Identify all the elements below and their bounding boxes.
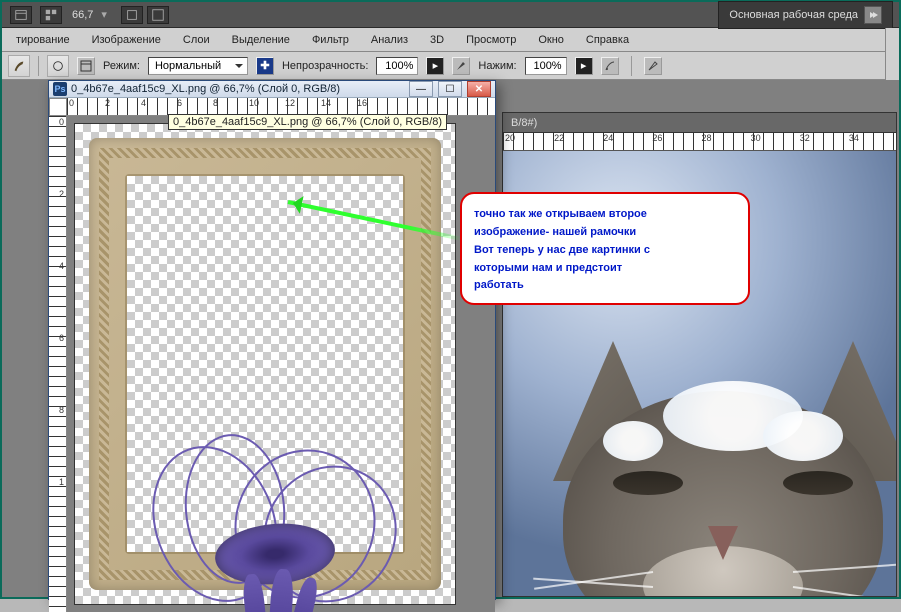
blend-mode-value: Нормальный (155, 60, 221, 72)
workspace-switcher[interactable]: Основная рабочая среда (718, 1, 893, 29)
maximize-button[interactable]: ☐ (438, 81, 462, 97)
window-title: 0_4b67e_4aaf15c9_XL.png @ 66,7% (Слой 0,… (71, 83, 404, 95)
mode-toggle-icon[interactable]: ✚ (256, 57, 274, 75)
screen-mode-icon[interactable] (147, 6, 169, 24)
menu-edit[interactable]: тирование (6, 30, 80, 50)
callout-line: которыми нам и предстоит (474, 262, 622, 274)
minimize-button[interactable]: — (409, 81, 433, 97)
zoom-level[interactable]: 66,7 (72, 9, 93, 21)
brush-tool-icon[interactable] (8, 55, 30, 77)
callout-line: Вот теперь у нас две картинки с (474, 244, 650, 256)
brush-preset-picker[interactable] (47, 55, 69, 77)
ruler-vertical[interactable]: 0 2 4 6 8 1 (49, 116, 67, 612)
blend-mode-dropdown[interactable]: Нормальный (148, 57, 248, 75)
canvas-frame[interactable] (75, 124, 455, 604)
tablet-pressure-icon[interactable] (644, 57, 662, 75)
annotation-callout: точно так же открываем второе изображени… (460, 192, 750, 305)
right-panel-sliver (885, 28, 899, 80)
menu-select[interactable]: Выделение (222, 30, 300, 50)
window-titlebar[interactable]: Ps 0_4b67e_4aaf15c9_XL.png @ 66,7% (Слой… (49, 81, 495, 98)
tool-options-bar: Режим: Нормальный ✚ Непрозрачность: 100%… (2, 52, 899, 80)
callout-line: точно так же открываем второе (474, 208, 647, 220)
airbrush-icon[interactable] (601, 57, 619, 75)
menu-bar: тирование Изображение Слои Выделение Фил… (2, 28, 899, 52)
opacity-label: Непрозрачность: (282, 60, 368, 72)
workspace-expand-icon[interactable] (864, 6, 882, 24)
view-extras-icon[interactable] (40, 6, 62, 24)
document-cat-tab[interactable]: B/8#) (503, 113, 896, 133)
mode-label: Режим: (103, 60, 140, 72)
flow-label: Нажим: (478, 60, 516, 72)
zoom-dropdown-arrow[interactable]: ▾ (101, 8, 107, 21)
menu-filter[interactable]: Фильтр (302, 30, 359, 50)
bridge-icon[interactable] (10, 6, 32, 24)
flow-slider-icon[interactable]: ▸ (575, 57, 593, 75)
callout-line: работать (474, 279, 524, 291)
opacity-slider-icon[interactable]: ▸ (426, 57, 444, 75)
document-cat: B/8#) 20 22 24 26 28 30 32 34 (502, 112, 897, 597)
canvas-viewport[interactable] (67, 116, 495, 612)
menu-window[interactable]: Окно (528, 30, 574, 50)
flow-field[interactable]: 100% (525, 57, 567, 75)
menu-help[interactable]: Справка (576, 30, 639, 50)
view-hand-icon[interactable] (121, 6, 143, 24)
menu-3d[interactable]: 3D (420, 30, 454, 50)
raffia-bow (115, 434, 415, 612)
photoshop-doc-icon: Ps (53, 82, 67, 96)
ruler-horizontal-cat[interactable]: 20 22 24 26 28 30 32 34 (503, 133, 896, 151)
brush-panel-toggle[interactable] (77, 57, 95, 75)
opacity-pressure-icon[interactable] (452, 57, 470, 75)
ruler-origin[interactable] (49, 98, 67, 116)
workspace-label: Основная рабочая среда (729, 9, 858, 21)
menu-image[interactable]: Изображение (82, 30, 171, 50)
menu-layer[interactable]: Слои (173, 30, 220, 50)
app-top-bar: 66,7 ▾ Основная рабочая среда (2, 2, 899, 28)
document-cat-title: B/8#) (511, 117, 537, 129)
menu-view[interactable]: Просмотр (456, 30, 526, 50)
callout-line: изображение- нашей рамочки (474, 226, 636, 238)
menu-analysis[interactable]: Анализ (361, 30, 418, 50)
document-frame-window[interactable]: Ps 0_4b67e_4aaf15c9_XL.png @ 66,7% (Слой… (48, 80, 496, 600)
opacity-field[interactable]: 100% (376, 57, 418, 75)
close-button[interactable]: ✕ (467, 81, 491, 97)
title-tooltip: 0_4b67e_4aaf15c9_XL.png @ 66,7% (Слой 0,… (168, 114, 447, 130)
